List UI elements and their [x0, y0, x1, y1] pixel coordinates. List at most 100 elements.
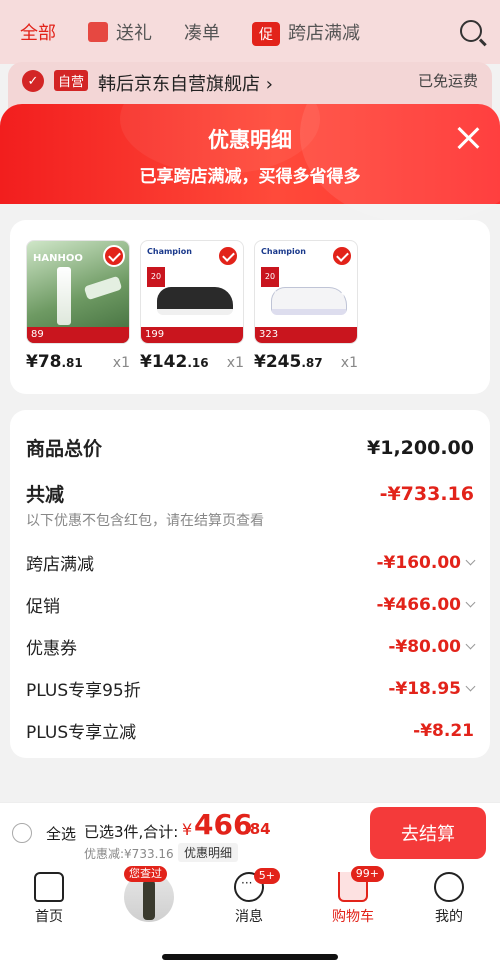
reduction-row: 共减 -¥733.16: [26, 480, 474, 507]
discount-detail-sheet: 优惠明细 已享跨店满减，买得多省得多 HANHOO 89 ¥78.81 x1 C…: [0, 104, 500, 804]
tab-label: 消息: [235, 909, 263, 925]
tab-all[interactable]: 全部: [20, 19, 56, 45]
discount-value: -¥18.95: [388, 678, 461, 699]
cart-badge: 99+: [350, 866, 384, 882]
shipping-status: 已免运费: [417, 72, 478, 90]
sheet-title: 优惠明细: [208, 128, 292, 152]
tab-cross-store-label: 跨店满减: [288, 22, 360, 44]
profile-icon: [434, 872, 464, 902]
discount-amount: -¥18.95: [388, 678, 476, 699]
total-decimal: .84: [244, 820, 271, 838]
discount-amount: -¥466.00: [376, 594, 476, 615]
sheet-subtitle: 已享跨店满减，买得多省得多: [139, 167, 361, 187]
checkout-button[interactable]: 去结算: [370, 807, 486, 859]
product-qty: x1: [112, 355, 130, 371]
product-price: ¥142.16: [140, 352, 209, 372]
product-item[interactable]: Champion 20 323 ¥245.87 x1: [254, 240, 358, 372]
viewed-badge: 您查过: [124, 866, 167, 882]
product-item[interactable]: HANHOO 89 ¥78.81 x1: [26, 240, 130, 372]
home-indicator: [162, 954, 338, 960]
tab-gift-label: 送礼: [116, 23, 152, 44]
message-icon: 5+: [234, 868, 280, 902]
tab-recently-viewed[interactable]: 您查过: [104, 866, 194, 922]
brand-label: Champion: [261, 247, 306, 256]
select-all-radio[interactable]: [12, 823, 32, 843]
product-qty: x1: [340, 355, 358, 371]
discount-amount: -¥160.00: [376, 552, 476, 573]
discount-value: -¥80.00: [388, 636, 461, 657]
tab-gift[interactable]: 送礼: [88, 19, 152, 45]
tab-cart[interactable]: 99+ 购物车: [308, 866, 398, 926]
product-image-skincare: HANHOO 89: [26, 240, 130, 344]
promo-badge: 促: [252, 21, 280, 46]
gift-icon: [88, 22, 108, 42]
discount-row-cross-store[interactable]: 跨店满减 -¥160.00: [26, 550, 476, 575]
promo-box: 20: [147, 267, 165, 287]
chevron-down-icon: [465, 597, 476, 607]
selected-check-icon[interactable]: [217, 245, 239, 267]
selected-check-icon[interactable]: [103, 245, 125, 267]
discount-label: 促销: [26, 597, 60, 617]
tab-bundle[interactable]: 凑单: [184, 19, 220, 45]
product-image-black-sneaker: Champion 20 199: [140, 240, 244, 344]
image-price-strip: 323: [255, 327, 357, 343]
product-price: ¥245.87: [254, 352, 323, 372]
cart-icon: 99+: [338, 866, 384, 902]
price-summary-card: 商品总价 ¥1,200.00 共减 -¥733.16 以下优惠不包含红包，请在结…: [10, 410, 490, 758]
tab-label: 我的: [435, 909, 463, 925]
reduction-label: 共减: [26, 484, 65, 506]
selected-count: 已选3件,合计:: [84, 823, 179, 841]
chevron-down-icon: [465, 639, 476, 649]
discount-row-coupon[interactable]: 优惠券 -¥80.00: [26, 634, 476, 659]
discount-value: -¥160.00: [376, 552, 462, 573]
tab-label: 首页: [35, 909, 63, 925]
home-icon: [34, 872, 64, 902]
promo-box: 20: [261, 267, 279, 287]
product-qty: x1: [226, 355, 244, 371]
message-badge: 5+: [253, 868, 280, 884]
close-icon[interactable]: [456, 126, 480, 150]
search-icon[interactable]: [460, 20, 482, 42]
sheet-header: 优惠明细 已享跨店满减，买得多省得多: [0, 104, 500, 224]
chevron-down-icon: [465, 681, 476, 691]
product-list-card: HANHOO 89 ¥78.81 x1 Champion 20 199 ¥142…: [10, 220, 490, 394]
discount-row-promotion[interactable]: 促销 -¥466.00: [26, 592, 476, 617]
product-image-white-sneaker: Champion 20 323: [254, 240, 358, 344]
tab-home[interactable]: 首页: [4, 872, 94, 926]
brand-label: Champion: [147, 247, 192, 256]
product-item[interactable]: Champion 20 199 ¥142.16 x1: [140, 240, 244, 372]
total-label: 商品总价: [26, 438, 103, 460]
tube-shape: [83, 275, 123, 301]
discount-value: -¥466.00: [376, 594, 462, 615]
discount-value: -¥8.21: [413, 720, 474, 741]
reduction-value: -¥733.16: [379, 482, 474, 505]
discount-label: PLUS专享95折: [26, 681, 141, 701]
tab-messages[interactable]: 5+ 消息: [204, 868, 294, 926]
chevron-down-icon: [465, 555, 476, 565]
tab-profile[interactable]: 我的: [404, 872, 494, 926]
total-currency: ¥: [182, 820, 193, 839]
image-price-strip: 199: [141, 327, 243, 343]
sneaker-shape: [157, 287, 233, 315]
store-name[interactable]: 韩后京东自营旗舰店 ›: [98, 70, 273, 96]
discount-note: 以下优惠不包含红包，请在结算页查看: [26, 513, 264, 529]
total-price-row: 商品总价 ¥1,200.00: [26, 434, 474, 461]
checkout-bar: 全选 已选3件,合计: ¥ 466 .84 优惠减:¥733.16 优惠明细 去…: [0, 802, 500, 866]
discount-row-plus-95[interactable]: PLUS专享95折 -¥18.95: [26, 676, 476, 701]
tab-cross-store[interactable]: 促跨店满减: [252, 19, 360, 46]
discount-summary: 优惠减:¥733.16: [84, 847, 174, 861]
product-price: ¥78.81: [26, 352, 83, 372]
discount-label: 优惠券: [26, 639, 77, 659]
discount-detail-button[interactable]: 优惠明细: [178, 843, 239, 862]
discount-amount: -¥80.00: [388, 636, 476, 657]
bottle-shape: [57, 267, 71, 325]
sneaker-shape: [271, 287, 347, 315]
store-check-icon[interactable]: ✓: [22, 70, 44, 92]
image-price-strip: 89: [27, 327, 129, 343]
discount-label: 跨店满减: [26, 555, 94, 575]
select-all-label[interactable]: 全选: [46, 823, 76, 844]
self-operated-tag: 自营: [54, 70, 89, 91]
tab-label: 购物车: [332, 909, 374, 925]
image-label: HANHOO: [33, 253, 83, 264]
selected-check-icon[interactable]: [331, 245, 353, 267]
